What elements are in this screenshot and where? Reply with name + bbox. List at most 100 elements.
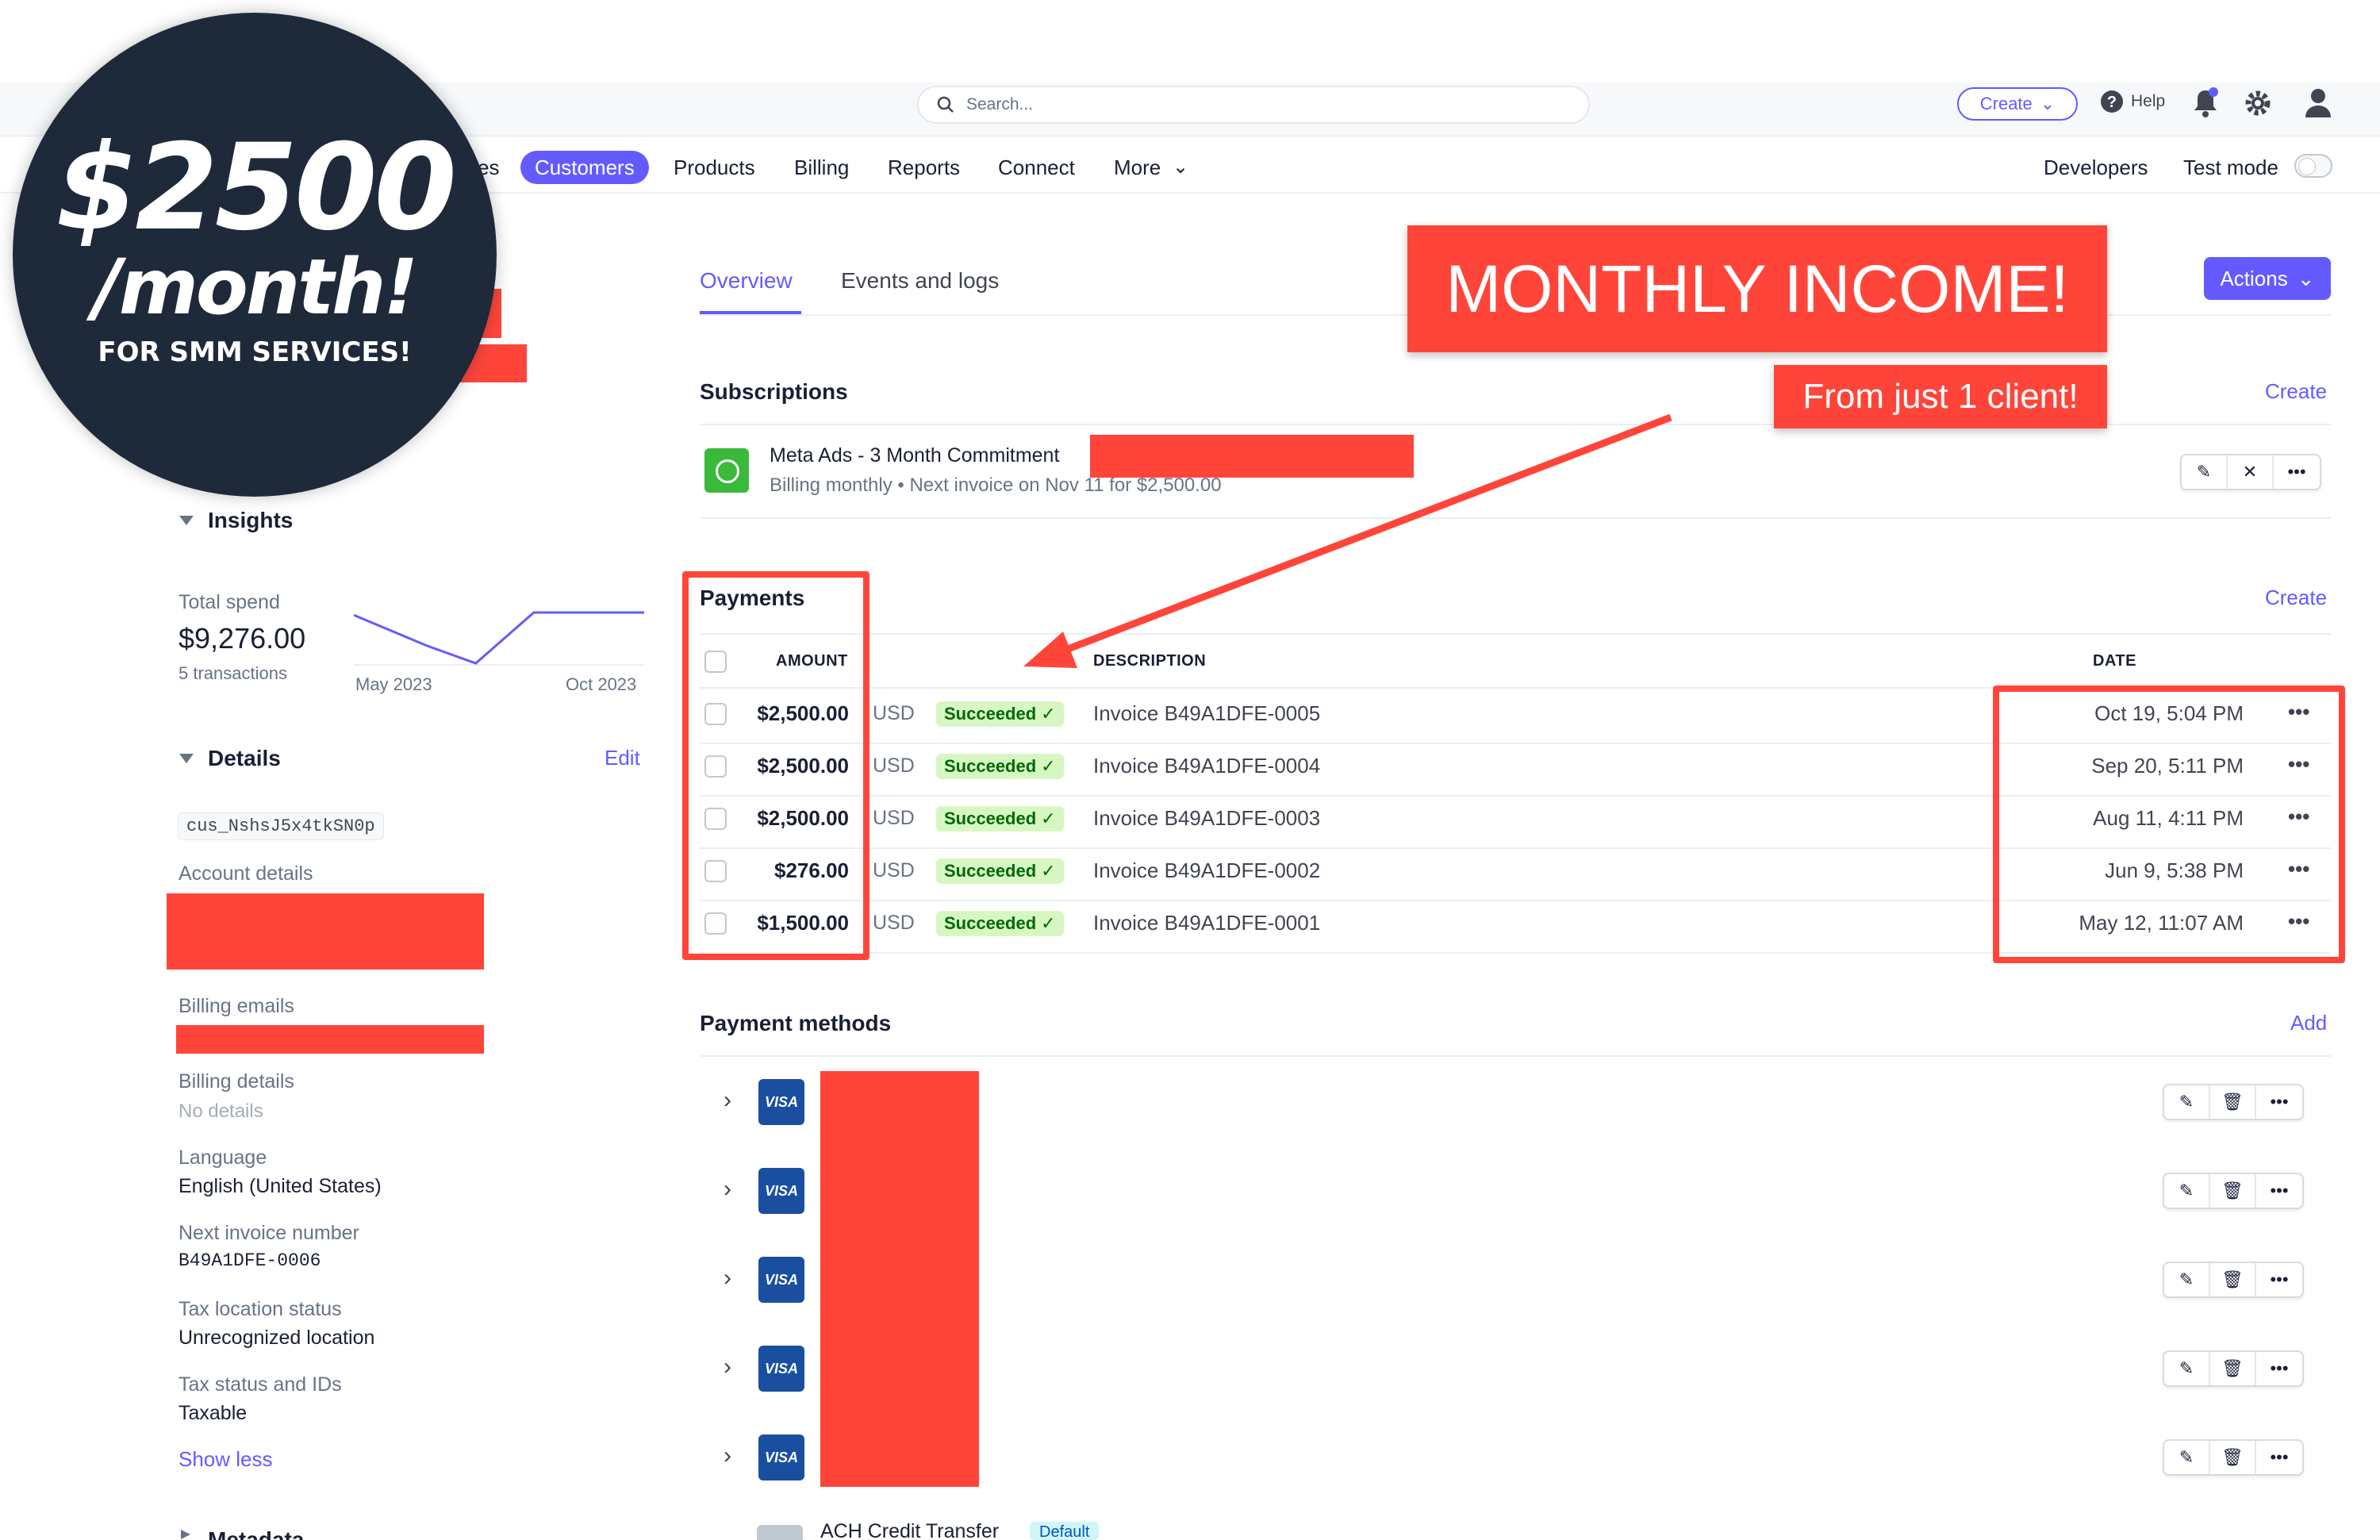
nav-item-billing[interactable]: Billing <box>794 151 849 184</box>
actions-button[interactable]: Actions ⌄ <box>2204 257 2331 300</box>
billing-details-value: No details <box>178 1100 263 1122</box>
active-tab-indicator <box>700 311 801 314</box>
gear-icon[interactable] <box>2242 87 2274 119</box>
annotation-box-dates <box>1993 686 2345 963</box>
edit-icon[interactable]: ✎ <box>2164 1174 2210 1208</box>
caret-down-icon[interactable] <box>178 514 195 527</box>
check-icon: ✓ <box>1041 913 1056 933</box>
add-payment-method-link[interactable]: Add <box>2290 1011 2327 1035</box>
next-invoice-label: Next invoice number <box>178 1222 359 1244</box>
annotation-box-amounts <box>682 571 869 960</box>
more-icon[interactable]: ••• <box>2256 1174 2302 1208</box>
create-payment-link[interactable]: Create <box>2265 586 2327 610</box>
notifications-bell-icon[interactable] <box>2190 86 2221 121</box>
expand-chevron-icon[interactable]: › <box>724 1265 731 1292</box>
nav-item-more[interactable]: More <box>1114 151 1161 184</box>
edit-icon[interactable]: ✎ <box>2164 1441 2210 1474</box>
nav-item-connect[interactable]: Connect <box>998 151 1075 184</box>
check-icon: ✓ <box>1041 756 1056 776</box>
edit-icon[interactable]: ✎ <box>2164 1263 2210 1296</box>
trash-icon[interactable]: 🗑 <box>2210 1174 2256 1208</box>
payment-currency: USD <box>873 755 915 777</box>
close-icon[interactable]: ✕ <box>2228 455 2274 489</box>
visa-card-icon: VISA <box>758 1257 804 1303</box>
promo-month: /month! <box>93 243 418 332</box>
search-icon <box>937 96 954 113</box>
expand-chevron-icon[interactable]: › <box>724 1354 731 1381</box>
payment-currency: USD <box>873 912 915 934</box>
payment-description[interactable]: Invoice B49A1DFE-0003 <box>1093 806 1320 831</box>
language-value: English (United States) <box>178 1175 382 1197</box>
subscription-actions: ✎ ✕ ••• <box>2180 454 2321 490</box>
promo-subtitle: FOR SMM SERVICES! <box>98 336 412 368</box>
nav-item-developers[interactable]: Developers <box>2044 151 2148 184</box>
tax-location-label: Tax location status <box>178 1298 342 1320</box>
metadata-title: Metadata <box>208 1528 304 1540</box>
check-icon: ✓ <box>1041 808 1056 828</box>
nav-item-customers[interactable]: Customers <box>520 151 649 184</box>
caret-down-icon[interactable] <box>178 752 195 765</box>
status-label: Succeeded <box>944 913 1037 933</box>
payment-description[interactable]: Invoice B49A1DFE-0001 <box>1093 911 1320 935</box>
test-mode-label: Test mode <box>2183 156 2278 179</box>
more-icon[interactable]: ••• <box>2256 1352 2302 1385</box>
help-button[interactable]: ? Help <box>2099 89 2165 114</box>
edit-icon[interactable]: ✎ <box>2164 1352 2210 1385</box>
payment-currency: USD <box>873 859 915 881</box>
nav-item-reports[interactable]: Reports <box>888 151 960 184</box>
chevron-down-icon: ⌄ <box>2297 266 2315 290</box>
status-label: Succeeded <box>944 808 1037 828</box>
spend-line <box>354 611 644 665</box>
total-spend-label: Total spend <box>178 591 280 613</box>
check-icon: ✓ <box>1041 704 1056 724</box>
column-header-date: DATE <box>2093 652 2136 670</box>
search-placeholder: Search... <box>966 95 1034 113</box>
test-mode-toggle[interactable] <box>2294 154 2332 178</box>
divider <box>700 1055 2331 1057</box>
subscriptions-title: Subscriptions <box>700 379 848 404</box>
tax-status-value: Taxable <box>178 1402 248 1424</box>
create-subscription-link[interactable]: Create <box>2265 379 2327 404</box>
create-button[interactable]: Create ⌄ <box>1957 87 2078 121</box>
actions-label: Actions <box>2220 266 2288 290</box>
tax-status-label: Tax status and IDs <box>178 1373 342 1396</box>
payment-currency: USD <box>873 702 915 724</box>
trash-icon[interactable]: 🗑 <box>2210 1085 2256 1119</box>
billing-emails-label: Billing emails <box>178 995 294 1017</box>
edit-icon[interactable]: ✎ <box>2182 455 2228 489</box>
edit-icon[interactable]: ✎ <box>2164 1085 2210 1119</box>
edit-details-link[interactable]: Edit <box>605 746 640 770</box>
create-label: Create <box>1979 94 2033 113</box>
payment-description[interactable]: Invoice B49A1DFE-0004 <box>1093 754 1320 778</box>
x-axis-end: Oct 2023 <box>566 674 637 694</box>
account-details-label: Account details <box>178 862 313 885</box>
payment-description[interactable]: Invoice B49A1DFE-0005 <box>1093 701 1320 726</box>
subscription-icon <box>704 448 749 493</box>
nav-item-products[interactable]: Products <box>674 151 755 184</box>
expand-chevron-icon[interactable]: › <box>724 1087 731 1114</box>
expand-chevron-icon[interactable]: › <box>724 1442 731 1469</box>
more-icon[interactable]: ••• <box>2256 1441 2302 1474</box>
more-icon[interactable]: ••• <box>2274 455 2320 489</box>
promo-amount: $2500 <box>56 119 457 257</box>
customer-id[interactable]: cus_NshsJ5x4tkSN0p <box>178 812 384 840</box>
tab-events-and-logs[interactable]: Events and logs <box>841 268 999 294</box>
one-client-banner: From just 1 client! <box>1774 365 2107 428</box>
trash-icon[interactable]: 🗑 <box>2210 1441 2256 1474</box>
expand-chevron-icon[interactable]: › <box>724 1176 731 1203</box>
payment-method-actions: ✎ 🗑 ••• <box>2163 1262 2304 1298</box>
more-icon[interactable]: ••• <box>2256 1085 2302 1119</box>
payment-description[interactable]: Invoice B49A1DFE-0002 <box>1093 858 1320 883</box>
more-icon[interactable]: ••• <box>2256 1263 2302 1296</box>
search-input[interactable]: Search... <box>917 86 1590 124</box>
insights-title: Insights <box>208 508 294 532</box>
caret-right-icon[interactable] <box>179 1530 192 1540</box>
show-less-link[interactable]: Show less <box>178 1447 273 1472</box>
tab-overview[interactable]: Overview <box>700 268 793 294</box>
ach-label[interactable]: ACH Credit Transfer <box>820 1520 999 1540</box>
account-icon[interactable] <box>2302 86 2334 119</box>
redaction-bar <box>167 893 484 970</box>
status-badge: Succeeded ✓ <box>936 806 1064 831</box>
trash-icon[interactable]: 🗑 <box>2210 1352 2256 1385</box>
trash-icon[interactable]: 🗑 <box>2210 1263 2256 1296</box>
